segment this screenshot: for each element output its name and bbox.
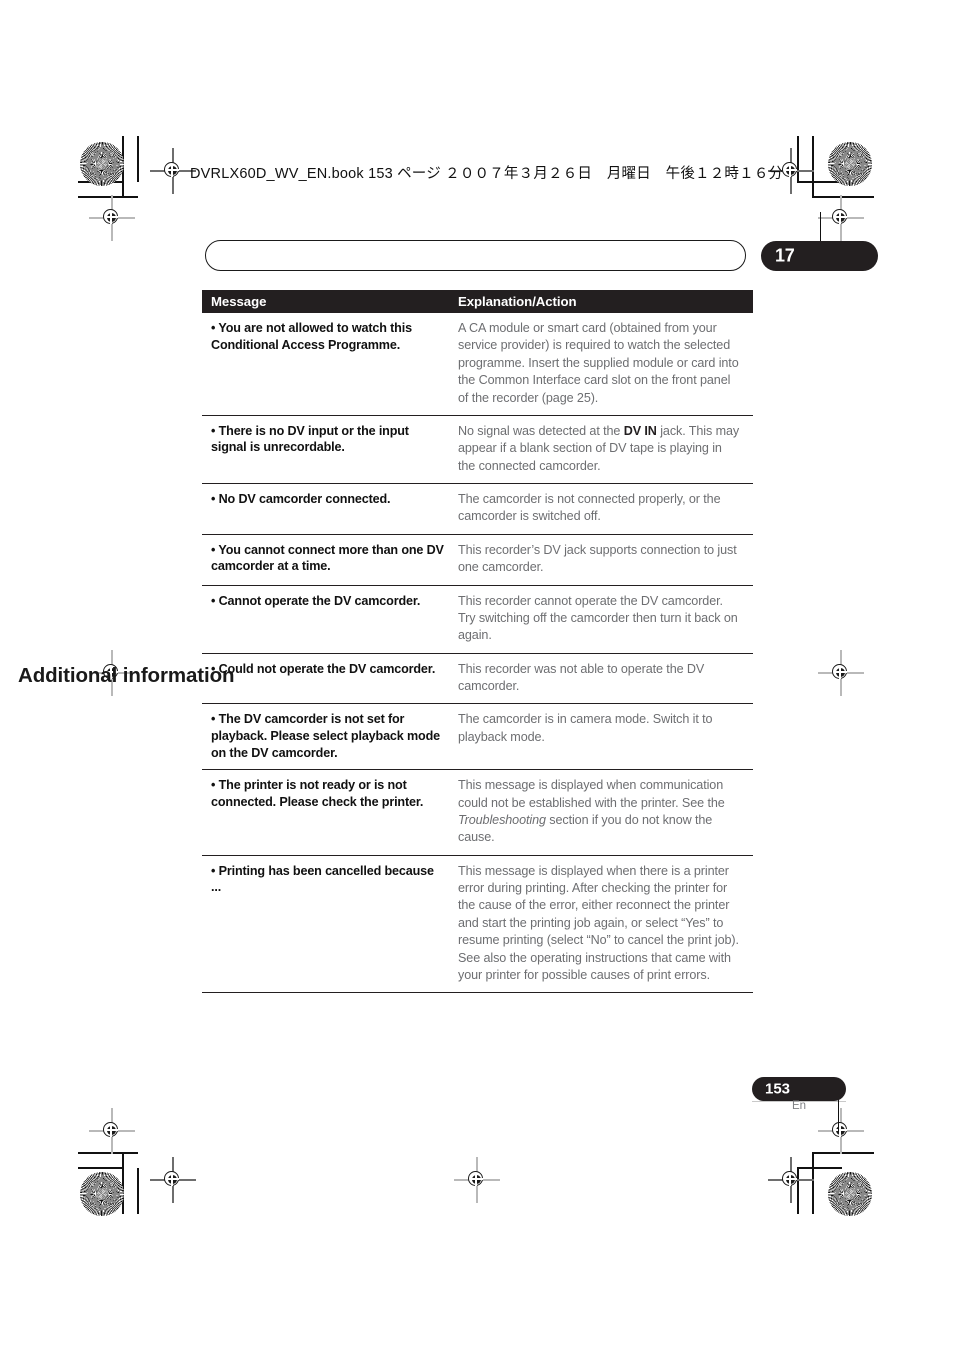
cell-message: • The DV camcorder is not set for playba…	[211, 712, 440, 760]
cell-message: • Printing has been cancelled because ..…	[211, 863, 434, 895]
table-header-row: Message Explanation/Action	[202, 290, 753, 313]
chapter-number-label: 17	[775, 245, 795, 266]
column-header-message: Message	[211, 294, 267, 309]
cell-explanation: This recorder cannot operate the DV camc…	[458, 593, 738, 643]
table-row: • You cannot connect more than one DV ca…	[202, 535, 753, 586]
cell-message: • You cannot connect more than one DV ca…	[211, 542, 444, 574]
registration-crosshair-bottom-center	[454, 1157, 500, 1203]
table-row: • Could not operate the DV camcorder. Thi…	[202, 654, 753, 705]
registration-crosshair-upper-right	[818, 195, 864, 241]
registration-starburst-bottom-left	[80, 1172, 124, 1216]
crop-mark-top-left-vertical-2	[137, 136, 139, 182]
registration-crosshair-bottom-right	[768, 1157, 814, 1203]
table-row: • The DV camcorder is not set for playba…	[202, 704, 753, 771]
chapter-title-bar	[205, 240, 746, 271]
cell-explanation: This recorder’s DV jack supports connect…	[458, 542, 737, 575]
column-header-explanation: Explanation/Action	[458, 294, 577, 309]
table-row: • The printer is not ready or is not con…	[202, 770, 753, 856]
registration-crosshair-bottom-left	[150, 1157, 196, 1203]
table-row: • You are not allowed to watch this Cond…	[202, 313, 753, 416]
message-table: Message Explanation/Action • You are not…	[202, 290, 753, 994]
book-file-header: DVRLX60D_WV_EN.book 153 ページ ２００７年３月２６日 月…	[190, 166, 784, 182]
cell-explanation: The camcorder is in camera mode. Switch …	[458, 712, 713, 744]
table-row: • Cannot operate the DV camcorder. This r…	[202, 586, 753, 654]
page-language-label: En	[791, 1100, 807, 1112]
cell-message: • Cannot operate the DV camcorder.	[211, 593, 421, 608]
page-number-label: 153	[765, 1080, 791, 1098]
crop-mark-bottom-left-vertical-2	[137, 1168, 139, 1214]
registration-crosshair-lower-right	[818, 1108, 864, 1154]
cell-message: • No DV camcorder connected.	[211, 492, 391, 506]
table-row: • Printing has been cancelled because ..…	[202, 856, 753, 994]
cell-message: • You are not allowed to watch this Cond…	[211, 321, 412, 352]
cell-explanation: A CA module or smart card (obtained from…	[458, 321, 739, 405]
cell-explanation: This message is displayed when communica…	[458, 778, 725, 845]
cell-explanation: This message is displayed when there is …	[458, 863, 739, 982]
cell-message: • Could not operate the DV camcorder.	[211, 661, 436, 676]
registration-starburst-top-left	[80, 142, 124, 186]
crop-mark-bottom-left-vertical	[122, 1152, 124, 1214]
cell-explanation: This recorder was not able to operate th…	[458, 661, 705, 693]
registration-starburst-top-right	[828, 142, 872, 186]
table-row: • There is no DV input or the input sign…	[202, 416, 753, 484]
registration-crosshair-upper-left	[89, 195, 135, 241]
registration-starburst-bottom-right	[828, 1172, 872, 1216]
table-body: • You are not allowed to watch this Cond…	[202, 313, 753, 994]
chapter-number-badge: 17	[761, 241, 878, 271]
table-row: • No DV camcorder connected. The camcorde…	[202, 484, 753, 535]
cell-explanation: The camcorder is not connected properly,…	[458, 492, 721, 524]
cell-message: • There is no DV input or the input sign…	[211, 423, 409, 455]
registration-crosshair-lower-left	[89, 1108, 135, 1154]
cell-explanation: No signal was detected at the DV IN jack…	[458, 423, 740, 473]
crop-mark-bottom-left-horizontal-2	[78, 1167, 123, 1169]
registration-crosshair-middle-right	[818, 650, 864, 696]
page-number-badge: 153	[752, 1077, 846, 1101]
cell-message: • The printer is not ready or is not con…	[211, 778, 424, 809]
